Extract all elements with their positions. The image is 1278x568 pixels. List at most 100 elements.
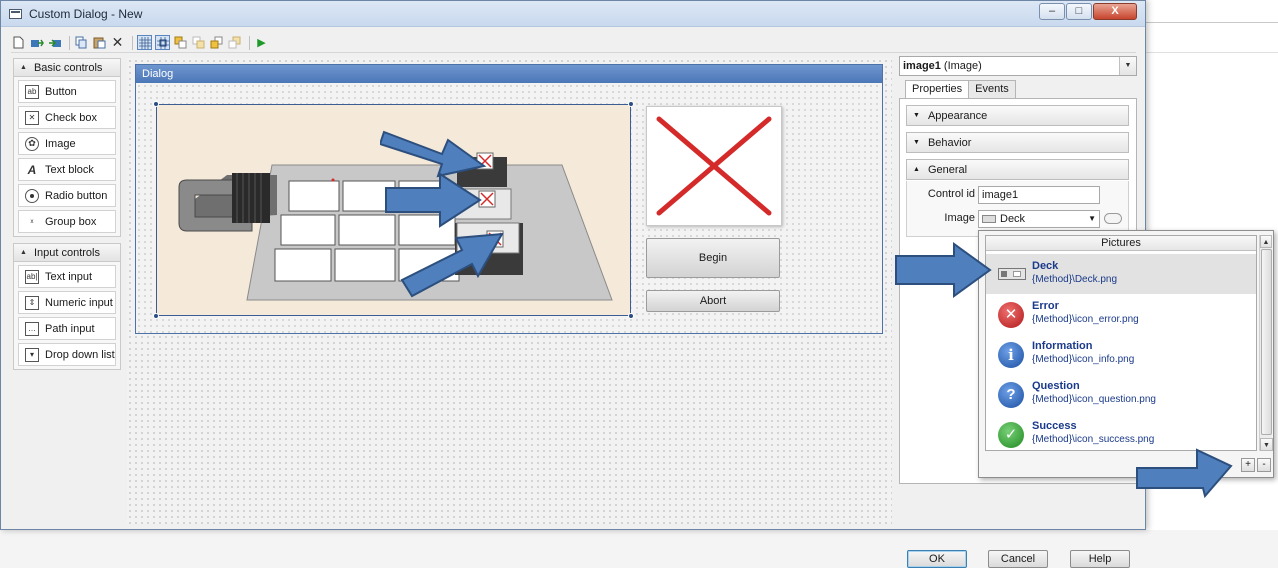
background-divider [1145, 22, 1278, 23]
palette-item-numeric-input[interactable]: ⇕ Numeric input [18, 291, 116, 314]
palette-item-text-input[interactable]: ab| Text input [18, 265, 116, 288]
success-icon: ✓ [998, 422, 1024, 448]
section-general[interactable]: ▲ General [906, 159, 1129, 180]
general-section-body: Control id image1 Image Deck ▼ [906, 181, 1129, 237]
pictures-list: Pictures Deck {Method}\Deck.png ✕ Error … [985, 235, 1257, 451]
bring-front-icon[interactable] [173, 35, 188, 50]
annotation-arrow [1136, 448, 1233, 498]
scroll-up-icon[interactable]: ▲ [1260, 235, 1272, 248]
remove-picture-button[interactable]: - [1257, 458, 1271, 472]
export-icon[interactable] [47, 35, 62, 50]
chevron-down-icon: ▼ [1119, 57, 1136, 75]
begin-button[interactable]: Begin [646, 238, 780, 278]
toolbar-separator [249, 35, 250, 50]
text-block-icon: A [27, 162, 37, 177]
toolbar-separator [132, 35, 133, 50]
toolbar: ✕ ▶ [11, 33, 1136, 53]
title-bar[interactable]: Custom Dialog - New – □ X [1, 1, 1145, 27]
tab-properties[interactable]: Properties [905, 80, 970, 99]
palette-item-drop-down-list[interactable]: ▾ Drop down list [18, 343, 116, 366]
abort-button[interactable]: Abort [646, 290, 780, 312]
grid-icon[interactable] [137, 35, 152, 50]
palette-item-button[interactable]: ab Button [18, 80, 116, 103]
maximize-icon: □ [1075, 5, 1083, 17]
basic-controls-header[interactable]: ▲ Basic controls [14, 59, 120, 77]
expand-icon: ▼ [913, 112, 920, 119]
palette-item-label: Check box [45, 111, 97, 124]
error-icon: ✕ [998, 302, 1024, 328]
annotation-arrow [400, 232, 504, 298]
deck-icon [998, 268, 1026, 280]
send-backward-icon[interactable] [227, 35, 242, 50]
pictures-scrollbar[interactable]: ▲ ▼ [1259, 235, 1273, 451]
input-controls-group: ▲ Input controls ab| Text input ⇕ Numeric … [13, 243, 121, 370]
run-icon[interactable]: ▶ [254, 35, 269, 50]
pictures-header: Pictures [986, 236, 1256, 251]
tab-events[interactable]: Events [968, 80, 1016, 98]
picture-item-information[interactable]: i Information {Method}\icon_info.png [986, 334, 1256, 374]
picture-path: {Method}\icon_info.png [1032, 354, 1135, 365]
group-box-icon: ˣ [30, 216, 34, 227]
dialog-preview[interactable]: Dialog Begin Abort [135, 64, 883, 334]
picture-item-question[interactable]: ? Question {Method}\icon_question.png [986, 374, 1256, 414]
text-input-icon: ab| [25, 269, 39, 284]
maximize-button[interactable]: □ [1066, 3, 1092, 20]
image-browse-button[interactable] [1104, 213, 1122, 224]
section-label: Appearance [927, 109, 988, 122]
new-icon[interactable] [11, 35, 26, 50]
close-button[interactable]: X [1093, 3, 1137, 20]
picture-name: Success [1032, 420, 1077, 432]
picture-item-error[interactable]: ✕ Error {Method}\icon_error.png [986, 294, 1256, 334]
input-controls-label: Input controls [33, 246, 100, 259]
palette-item-checkbox[interactable]: ✕ Check box [18, 106, 116, 129]
scrollbar-thumb[interactable] [1261, 249, 1272, 435]
resize-handle[interactable] [153, 313, 159, 319]
resize-handle[interactable] [628, 101, 634, 107]
ok-button[interactable]: OK [907, 550, 967, 568]
error-x-icon [656, 116, 772, 216]
snap-grid-icon[interactable] [155, 35, 170, 50]
cancel-button[interactable]: Cancel [988, 550, 1048, 568]
bring-forward-icon[interactable] [209, 35, 224, 50]
annotation-arrow [380, 130, 487, 178]
palette-item-group-box[interactable]: ˣ Group box [18, 210, 116, 233]
window-controls: – □ X [1038, 3, 1137, 20]
picture-path: {Method}\icon_error.png [1032, 314, 1139, 325]
scroll-down-icon[interactable]: ▼ [1260, 438, 1273, 451]
resize-handle[interactable] [628, 313, 634, 319]
delete-icon[interactable]: ✕ [110, 34, 125, 50]
resize-handle[interactable] [153, 101, 159, 107]
basic-controls-label: Basic controls [33, 61, 103, 74]
picture-name: Information [1032, 340, 1093, 352]
section-behavior[interactable]: ▼ Behavior [906, 132, 1129, 153]
paste-icon[interactable] [92, 35, 107, 50]
minimize-button[interactable]: – [1039, 3, 1065, 20]
input-controls-header[interactable]: ▲ Input controls [14, 244, 120, 262]
palette-item-path-input[interactable]: … Path input [18, 317, 116, 340]
palette-item-image[interactable]: ✿ Image [18, 132, 116, 155]
pictures-popup: Pictures Deck {Method}\Deck.png ✕ Error … [978, 230, 1274, 478]
close-icon: X [1111, 5, 1119, 17]
palette-item-radio-button[interactable]: Radio button [18, 184, 116, 207]
control-id-field[interactable]: image1 [978, 186, 1100, 204]
dialog-title: Dialog [136, 65, 882, 83]
import-icon[interactable] [29, 35, 44, 50]
toolbar-separator [69, 35, 70, 50]
radio-icon [25, 188, 39, 203]
object-selector[interactable]: image1 (Image) ▼ [899, 56, 1137, 76]
image-select[interactable]: Deck ▼ [978, 210, 1100, 228]
picture-name: Error [1032, 300, 1059, 312]
picture-item-deck[interactable]: Deck {Method}\Deck.png [986, 254, 1256, 294]
help-button[interactable]: Help [1070, 550, 1130, 568]
add-picture-button[interactable]: + [1241, 458, 1255, 472]
collapse-icon: ▲ [20, 249, 27, 256]
image-control-error[interactable] [646, 106, 782, 226]
properties-tabs: Properties Events [905, 80, 1016, 99]
section-appearance[interactable]: ▼ Appearance [906, 105, 1129, 126]
send-back-icon[interactable] [191, 35, 206, 50]
palette-item-text-block[interactable]: A Text block [18, 158, 116, 181]
control-palette: ▲ Basic controls ab Button ✕ Check box ✿ Im… [13, 58, 121, 376]
picture-path: {Method}\Deck.png [1032, 274, 1118, 285]
copy-icon[interactable] [74, 35, 89, 50]
design-surface[interactable]: Dialog Begin Abort [127, 58, 892, 524]
